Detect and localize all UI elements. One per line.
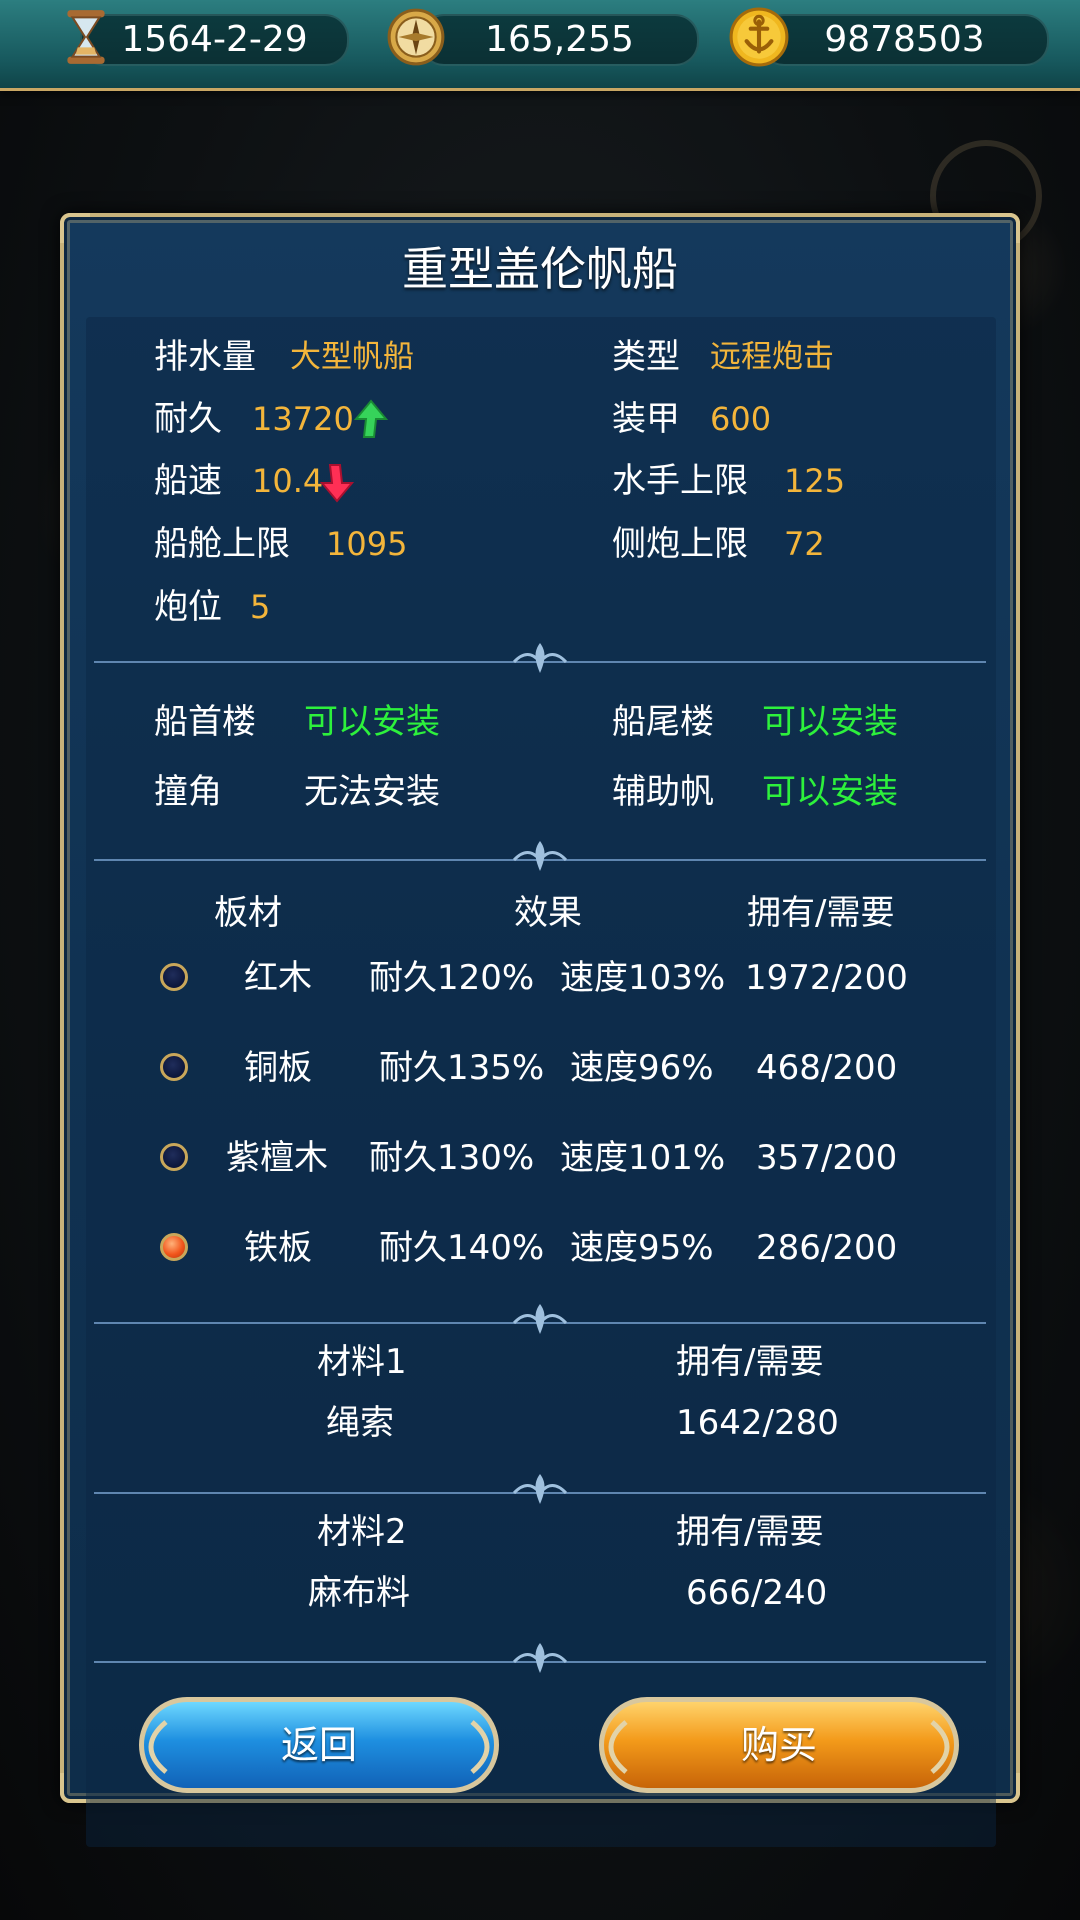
material1-header: 材料1 — [317, 1342, 407, 1382]
ornament-divider — [94, 841, 986, 871]
bow-label: 船首楼 — [154, 702, 256, 742]
aux-sail-value: 可以安装 — [762, 772, 898, 812]
durability-value: 13720 — [252, 400, 354, 438]
crew-value: 125 — [784, 462, 846, 500]
plank-own: 286/200 — [756, 1228, 898, 1268]
type-label: 类型 — [612, 337, 680, 377]
plank-radio-3-selected[interactable] — [160, 1233, 188, 1261]
material1-own: 1642/280 — [676, 1403, 839, 1443]
gold-resource: 9878503 — [760, 14, 1049, 66]
plank-name[interactable]: 铜板 — [244, 1046, 312, 1090]
plank-name[interactable]: 紫檀木 — [226, 1136, 328, 1180]
bow-value: 可以安装 — [304, 702, 440, 742]
plank-own: 357/200 — [756, 1138, 898, 1178]
button-ornament-icon — [930, 1720, 950, 1774]
plank-radio-1[interactable] — [160, 1053, 188, 1081]
cannon-label: 炮位 — [154, 587, 222, 627]
material1-own-header: 拥有/需要 — [676, 1342, 824, 1382]
ram-value: 无法安装 — [304, 772, 440, 812]
date-text: 1564-2-29 — [121, 19, 308, 60]
plank-durability: 耐久140% — [379, 1228, 545, 1268]
stat-up-arrow-icon — [354, 399, 388, 438]
plank-header-effect: 效果 — [514, 893, 582, 933]
plank-speed: 速度96% — [570, 1048, 714, 1088]
plank-name[interactable]: 红木 — [244, 956, 312, 1000]
plank-header-own: 拥有/需要 — [747, 893, 895, 933]
cargo-value: 1095 — [326, 525, 408, 563]
cargo-label: 船舱上限 — [154, 524, 290, 564]
plank-header-material: 板材 — [214, 893, 282, 933]
plank-radio-0[interactable] — [160, 963, 188, 991]
material2-name: 麻布料 — [308, 1573, 410, 1613]
back-button-label: 返回 — [280, 1723, 357, 1767]
ornament-divider — [94, 1474, 986, 1504]
displacement-label: 排水量 — [154, 337, 256, 377]
compass-resource: 165,255 — [420, 14, 699, 66]
displacement-value: 大型帆船 — [290, 339, 414, 375]
plank-own: 468/200 — [756, 1048, 898, 1088]
ram-label: 撞角 — [154, 772, 222, 812]
plank-name[interactable]: 铁板 — [244, 1226, 312, 1270]
ornament-divider — [94, 1643, 986, 1673]
plank-durability: 耐久135% — [379, 1048, 545, 1088]
plank-durability: 耐久120% — [369, 958, 535, 998]
button-ornament-icon — [470, 1720, 490, 1774]
date-display: 1564-2-29 — [80, 14, 349, 66]
buy-button-label: 购买 — [740, 1723, 817, 1767]
material1-name: 绳索 — [326, 1403, 394, 1443]
button-ornament-icon — [148, 1720, 168, 1774]
ornament-divider — [94, 1304, 986, 1334]
type-value: 远程炮击 — [710, 339, 834, 375]
material2-own-header: 拥有/需要 — [676, 1512, 824, 1552]
plank-speed: 速度103% — [560, 958, 726, 998]
speed-value: 10.4 — [252, 462, 324, 500]
armor-value: 600 — [710, 400, 772, 438]
resource-bar: 1564-2-29 165,255 9878503 — [0, 0, 1080, 91]
back-button[interactable]: 返回 — [139, 1697, 499, 1793]
broadside-label: 侧炮上限 — [612, 524, 748, 564]
hourglass-icon — [67, 10, 105, 64]
plank-own: 1972/200 — [745, 958, 908, 998]
compass-value: 165,255 — [485, 19, 634, 60]
broadside-value: 72 — [784, 525, 825, 563]
stat-down-arrow-icon — [320, 464, 354, 503]
stern-label: 船尾楼 — [612, 702, 714, 742]
buy-button[interactable]: 购买 — [599, 1697, 959, 1793]
anchor-coin-icon — [729, 7, 789, 67]
gold-value: 9878503 — [824, 19, 985, 60]
plank-radio-2[interactable] — [160, 1143, 188, 1171]
ship-detail-panel: 重型盖伦帆船 排水量 大型帆船 类型 远程炮击 耐久 13720 装甲 600 … — [60, 213, 1020, 1847]
material2-own: 666/240 — [686, 1573, 828, 1613]
button-ornament-icon — [608, 1720, 628, 1774]
compass-icon — [387, 8, 445, 66]
stern-value: 可以安装 — [762, 702, 898, 742]
armor-label: 装甲 — [612, 399, 680, 439]
speed-label: 船速 — [154, 461, 222, 501]
durability-label: 耐久 — [154, 399, 222, 439]
ornament-divider — [94, 643, 986, 673]
plank-speed: 速度95% — [570, 1228, 714, 1268]
plank-durability: 耐久130% — [369, 1138, 535, 1178]
ship-title: 重型盖伦帆船 — [402, 242, 678, 296]
plank-speed: 速度101% — [560, 1138, 726, 1178]
aux-sail-label: 辅助帆 — [612, 772, 714, 812]
material2-header: 材料2 — [317, 1512, 407, 1552]
crew-label: 水手上限 — [612, 461, 748, 501]
cannon-value: 5 — [250, 588, 271, 626]
